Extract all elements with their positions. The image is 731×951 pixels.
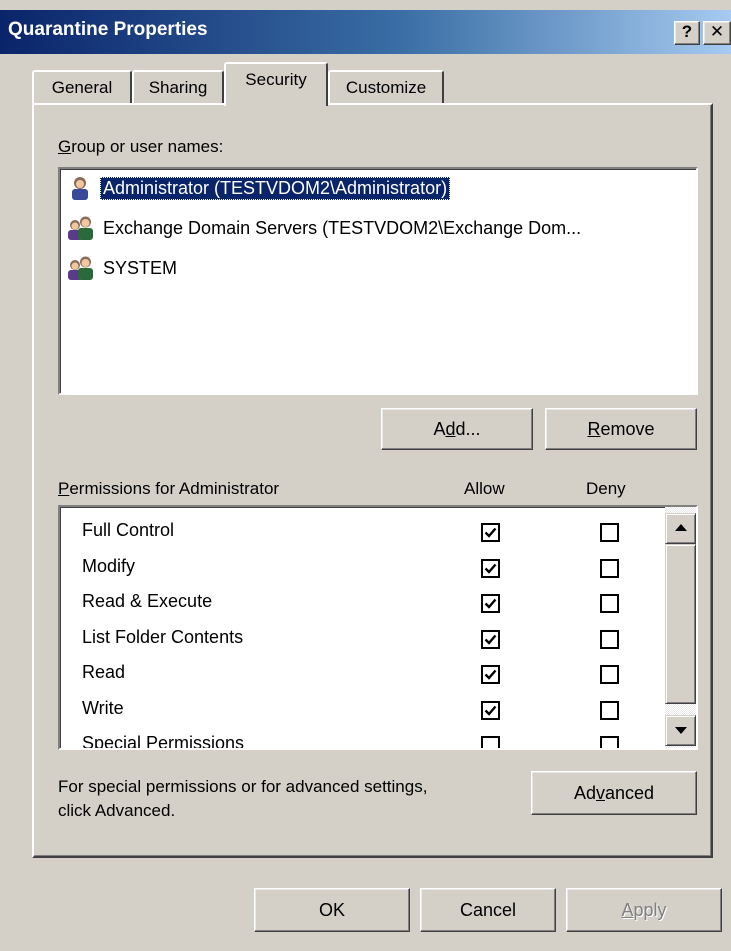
allow-checkbox[interactable] bbox=[481, 523, 500, 542]
cancel-button[interactable]: Cancel bbox=[420, 888, 556, 932]
apply-button[interactable]: Apply bbox=[566, 888, 722, 932]
permission-row: Special Permissions bbox=[82, 728, 682, 750]
remove-button[interactable]: Remove bbox=[545, 408, 697, 450]
list-item-label: SYSTEM bbox=[103, 257, 178, 278]
scroll-thumb[interactable] bbox=[665, 544, 696, 704]
scroll-down-button[interactable] bbox=[665, 715, 696, 746]
properties-dialog: Quarantine Properties ? ✕ General Sharin… bbox=[0, 0, 731, 951]
close-button[interactable]: ✕ bbox=[703, 21, 731, 45]
tab-general[interactable]: General bbox=[32, 70, 132, 104]
title-bar[interactable]: Quarantine Properties ? ✕ bbox=[0, 10, 731, 54]
permission-name: List Folder Contents bbox=[82, 626, 244, 647]
permission-name: Full Control bbox=[82, 520, 175, 540]
allow-checkbox[interactable] bbox=[481, 558, 500, 578]
add-button[interactable]: Ad d... bbox=[381, 408, 533, 450]
deny-checkbox[interactable] bbox=[600, 629, 619, 649]
advanced-note-line2: click Advanced. bbox=[58, 801, 176, 820]
allow-checkbox[interactable] bbox=[481, 665, 500, 684]
permission-row: Read bbox=[82, 657, 682, 693]
permission-row: Full Control bbox=[82, 515, 682, 551]
group-icon bbox=[66, 215, 96, 241]
advanced-button[interactable]: Ad v anced bbox=[531, 771, 697, 815]
close-icon: ✕ bbox=[709, 22, 725, 41]
ok-button[interactable]: OK bbox=[254, 888, 410, 932]
permission-name: Write bbox=[82, 697, 124, 718]
deny-checkbox[interactable] bbox=[600, 523, 619, 542]
allow-checkbox[interactable] bbox=[481, 700, 500, 720]
permission-name: Read bbox=[82, 662, 126, 682]
user-icon bbox=[66, 175, 96, 201]
permission-name: Read & Execute bbox=[82, 591, 213, 611]
deny-column-header: Deny bbox=[586, 479, 626, 498]
permission-row: Write bbox=[82, 693, 682, 729]
dialog-title: Quarantine Properties bbox=[8, 19, 208, 40]
list-item-administrator[interactable]: Administrator (TESTVDOM2\Administrator) bbox=[66, 173, 451, 203]
allow-column-header: Allow bbox=[464, 479, 505, 498]
permission-name: Special Permissions bbox=[82, 733, 245, 750]
list-item-exchange-domain-servers[interactable]: Exchange Domain Servers (TESTVDOM2\Excha… bbox=[66, 213, 584, 243]
tab-sharing[interactable]: Sharing bbox=[132, 70, 224, 104]
list-item-label: Exchange Domain Servers (TESTVDOM2\Excha… bbox=[103, 217, 582, 238]
permissions-scrollbar[interactable] bbox=[665, 507, 696, 748]
permissions-label: Permissions for Administrator bbox=[58, 479, 280, 498]
deny-checkbox[interactable] bbox=[600, 736, 619, 748]
permission-row: Read & Execute bbox=[82, 586, 682, 622]
allow-checkbox[interactable] bbox=[481, 594, 500, 613]
deny-checkbox[interactable] bbox=[600, 665, 619, 684]
tab-security[interactable]: Security bbox=[224, 62, 328, 106]
deny-checkbox[interactable] bbox=[600, 558, 619, 578]
list-item-label: Administrator (TESTVDOM2\Administrator) bbox=[100, 176, 451, 200]
deny-checkbox[interactable] bbox=[600, 700, 619, 720]
arrow-down-icon bbox=[675, 727, 687, 734]
list-item-system[interactable]: SYSTEM bbox=[66, 253, 180, 283]
group-icon bbox=[66, 255, 96, 281]
group-list-label: Group or user names: bbox=[58, 137, 224, 156]
permission-name: Modify bbox=[82, 555, 136, 576]
deny-checkbox[interactable] bbox=[600, 594, 619, 613]
tab-customize[interactable]: Customize bbox=[328, 70, 444, 104]
help-button[interactable]: ? bbox=[674, 21, 700, 45]
group-user-list[interactable]: Administrator (TESTVDOM2\Administrator) … bbox=[58, 167, 698, 395]
scroll-up-button[interactable] bbox=[665, 513, 696, 544]
arrow-up-icon bbox=[675, 524, 687, 531]
permission-row: List Folder Contents bbox=[82, 622, 682, 658]
allow-checkbox[interactable] bbox=[481, 736, 500, 748]
allow-checkbox[interactable] bbox=[481, 629, 500, 649]
permissions-list[interactable]: Full Control Modify Read & Execute List Fol… bbox=[58, 505, 698, 750]
permission-row: Modify bbox=[82, 551, 682, 587]
advanced-note-line1: For special permissions or for advanced … bbox=[58, 777, 428, 796]
